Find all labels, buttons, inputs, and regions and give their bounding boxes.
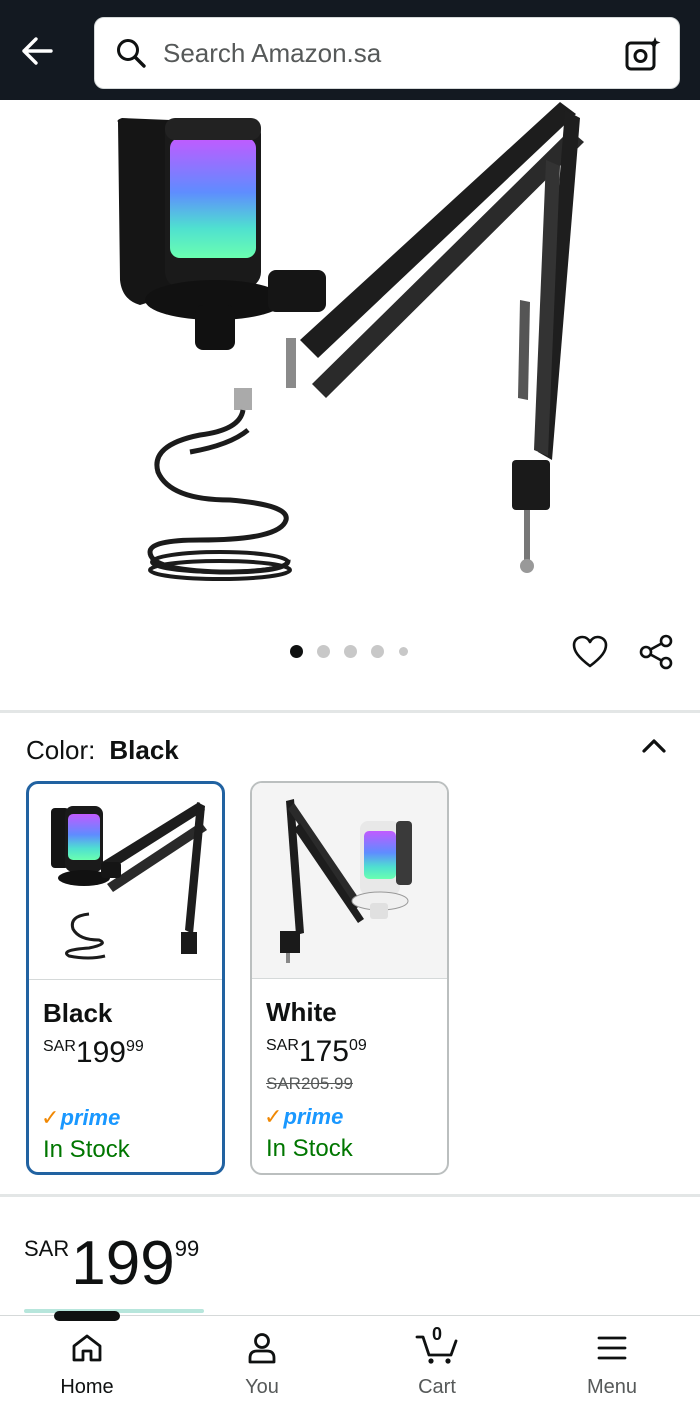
chevron-up-icon [642, 739, 666, 753]
price-fraction: 99 [125, 1038, 144, 1055]
nav-label: Cart [418, 1376, 456, 1398]
back-button[interactable] [14, 28, 60, 74]
active-nav-indicator [54, 1311, 120, 1321]
stock-status: In Stock [266, 1135, 353, 1162]
price-whole: 175 [298, 1035, 349, 1068]
collapse-button[interactable] [636, 728, 672, 764]
nav-you[interactable]: You [202, 1330, 322, 1402]
carousel-dot[interactable] [317, 645, 330, 658]
nav-label: You [245, 1376, 279, 1398]
color-option-black[interactable]: Black SAR19999 ✓ prime In Stock [26, 781, 225, 1175]
color-thumbnail [252, 783, 447, 979]
white-microphone-thumbnail [280, 799, 412, 963]
microphone-boom-arm-image [117, 102, 584, 581]
was-price: SAR205.99 [266, 1074, 353, 1093]
search-bar[interactable] [94, 17, 680, 89]
heart-icon [572, 635, 608, 668]
nav-label: Home [60, 1376, 114, 1398]
cart-count: 0 [432, 1324, 443, 1344]
nav-cart[interactable]: 0 Cart [377, 1324, 497, 1402]
product-image[interactable] [0, 100, 700, 630]
price-currency: SAR [24, 1236, 70, 1261]
bottom-navigation: Home You 0 Cart Menu [0, 1315, 700, 1408]
person-icon [246, 1330, 278, 1366]
section-divider [0, 710, 700, 713]
black-microphone-thumbnail [51, 802, 207, 960]
option-price: SAR19999 [43, 1036, 144, 1070]
prime-check-icon: ✓ [41, 1105, 60, 1130]
camera-lens-icon[interactable] [623, 34, 663, 74]
option-name: White [266, 997, 337, 1027]
search-input[interactable] [163, 37, 603, 69]
prime-badge: ✓ prime [264, 1104, 344, 1129]
option-price: SAR17509 [266, 1035, 367, 1069]
price-currency: SAR [43, 1038, 76, 1055]
option-name: Black [43, 998, 113, 1028]
stock-status: In Stock [43, 1136, 130, 1163]
share-icon [639, 634, 673, 670]
section-divider [0, 1194, 700, 1197]
nav-menu[interactable]: Menu [552, 1330, 672, 1402]
carousel-dot[interactable] [344, 645, 357, 658]
product-price: SAR19999 [24, 1228, 199, 1299]
color-label: Color: Black [26, 735, 179, 766]
arrow-left-icon [22, 37, 53, 65]
price-fraction: 09 [348, 1037, 367, 1054]
prime-label: prime [283, 1104, 344, 1129]
prime-badge: ✓ prime [41, 1105, 121, 1130]
prime-label: prime [60, 1105, 121, 1130]
price-whole: 199 [75, 1036, 126, 1069]
home-icon [71, 1330, 103, 1366]
top-bar [0, 0, 700, 100]
nav-home[interactable]: Home [27, 1330, 147, 1402]
wishlist-button[interactable] [568, 630, 612, 674]
prime-check-icon: ✓ [264, 1104, 283, 1129]
carousel-dot[interactable] [290, 645, 303, 658]
price-currency: SAR [266, 1037, 299, 1054]
cart-icon: 0 [415, 1324, 459, 1366]
share-button[interactable] [634, 630, 678, 674]
carousel-dot[interactable] [399, 647, 408, 656]
carousel-dot[interactable] [371, 645, 384, 658]
search-icon[interactable] [113, 35, 149, 71]
color-option-white[interactable]: White SAR17509 SAR205.99 ✓ prime In Stock [250, 781, 449, 1175]
color-label-text: Color: [26, 735, 96, 765]
menu-icon [596, 1330, 628, 1366]
selected-color: Black [109, 735, 179, 765]
price-fraction: 99 [174, 1236, 200, 1261]
price-whole: 199 [71, 1229, 175, 1298]
nav-label: Menu [586, 1376, 638, 1398]
color-thumbnail [29, 784, 222, 980]
